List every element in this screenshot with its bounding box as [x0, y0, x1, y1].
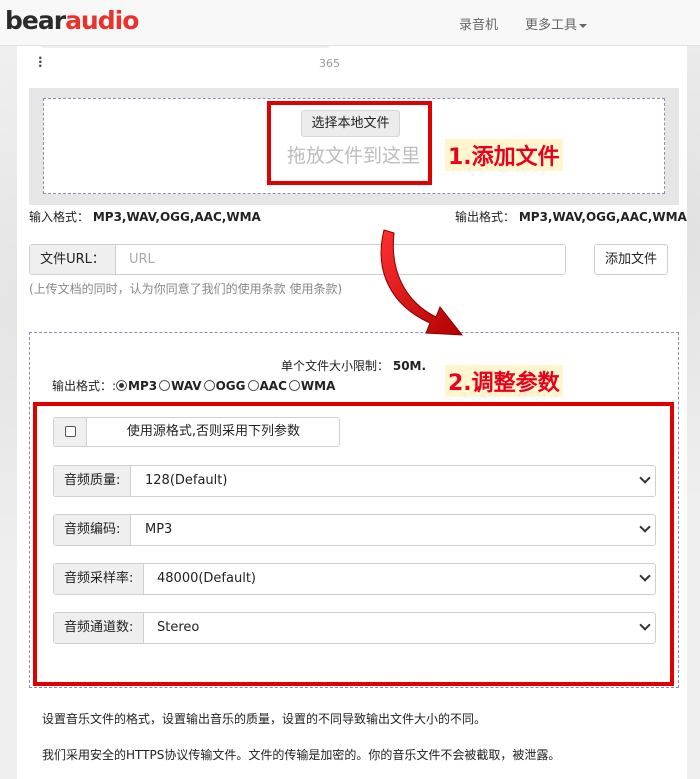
- radio-ogg-label: OGG: [215, 378, 246, 393]
- file-url-input[interactable]: [117, 245, 565, 274]
- radio-ogg[interactable]: OGG: [203, 378, 246, 393]
- description-line-2: 我们采用安全的HTTPS协议传输文件。文件的传输是加密的。你的音乐文件不会被截取…: [42, 748, 561, 762]
- radio-wav[interactable]: WAV: [159, 378, 202, 393]
- size-limit: 单个文件大小限制： 50M.: [281, 357, 426, 374]
- caret-down-icon: [579, 23, 588, 28]
- curved-arrow-icon: [380, 229, 464, 336]
- output-formats: 输出格式： MP3,WAV,OGG,AAC,WMA: [455, 208, 687, 225]
- annotation-step1-text: 1.添加文件: [445, 139, 563, 171]
- bearaudio-logo[interactable]: bearaudio: [5, 6, 139, 35]
- kebab-menu-icon[interactable]: · · ·: [38, 52, 43, 72]
- annotation-step2-text: 2.调整参数: [445, 365, 563, 397]
- file-url-label: 文件URL：: [30, 245, 116, 274]
- output-format-radio-label: 输出格式：:: [52, 379, 117, 393]
- description-line-1: 设置音乐文件的格式，设置输出音乐的质量，设置的不同导致输出文件大小的不同。: [42, 712, 487, 726]
- radio-unchecked-icon: [159, 380, 171, 391]
- nav-recorder-link[interactable]: 录音机: [459, 14, 498, 33]
- terms-notice: (上传文档的同时，认为你同意了我们的使用条款 使用条款): [29, 282, 343, 296]
- add-file-button[interactable]: 添加文件: [594, 244, 668, 275]
- size-limit-label: 单个文件大小限制：: [281, 359, 390, 373]
- radio-wav-label: WAV: [171, 378, 202, 393]
- radio-checked-icon: [116, 380, 128, 391]
- top-navbar: bearaudio 录音机 更多工具: [0, 0, 700, 46]
- logo-audio-text: audio: [65, 6, 139, 35]
- logo-bear-text: bear: [5, 6, 66, 35]
- radio-unchecked-icon: [288, 380, 300, 391]
- radio-mp3[interactable]: MP3: [116, 379, 157, 393]
- input-formats: 输入格式： MP3,WAV,OGG,AAC,WMA: [29, 208, 261, 225]
- nav-more-tools-label: 更多工具: [525, 18, 578, 33]
- output-format-radio-group: 输出格式：: MP3 WAV OGG AAC WMA: [52, 377, 337, 394]
- radio-aac-label: AAC: [259, 378, 287, 393]
- radio-wma[interactable]: WMA: [288, 378, 336, 393]
- radio-mp3-label: MP3: [128, 378, 158, 393]
- radio-aac[interactable]: AAC: [247, 378, 287, 393]
- player-count: 365: [319, 57, 340, 70]
- output-format-value: MP3,WAV,OGG,AAC,WMA: [518, 210, 687, 224]
- radio-wma-label: WMA: [300, 378, 336, 393]
- size-limit-value: 50M.: [392, 359, 427, 373]
- annotation-box-params: [33, 402, 674, 686]
- input-format-value: MP3,WAV,OGG,AAC,WMA: [92, 210, 261, 224]
- annotation-box-add-file: [267, 101, 432, 185]
- radio-unchecked-icon: [203, 380, 215, 391]
- input-format-label: 输入格式：: [29, 210, 90, 224]
- output-format-label: 输出格式：: [455, 210, 516, 224]
- nav-more-tools-dropdown[interactable]: 更多工具: [525, 14, 588, 33]
- file-url-group: 文件URL：: [29, 244, 566, 275]
- radio-unchecked-icon: [247, 380, 259, 391]
